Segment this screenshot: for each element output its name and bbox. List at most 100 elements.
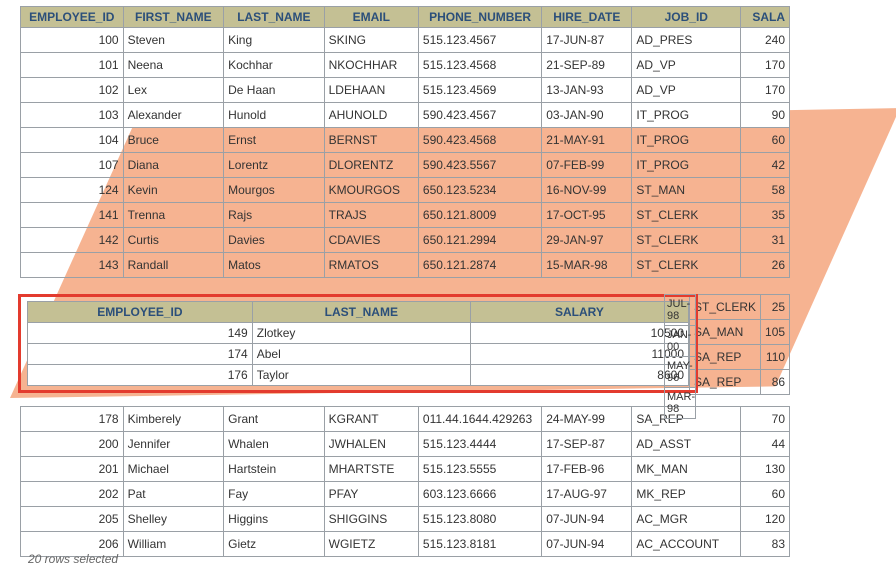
- cell-hire-date: 03-JAN-90: [542, 103, 632, 128]
- cell-last-name: Rajs: [224, 203, 325, 228]
- cell-first-name: William: [123, 532, 224, 557]
- cell-employee-id: 143: [21, 253, 124, 278]
- cell-job-id: MK_MAN: [632, 457, 741, 482]
- cell-last-name: Kochhar: [224, 53, 325, 78]
- cell-employee-id: 141: [21, 203, 124, 228]
- cell-job-id: AD_PRES: [632, 28, 741, 53]
- cell-email: SHIGGINS: [324, 507, 418, 532]
- cell-salary: 90: [741, 103, 790, 128]
- cell-job-id: IT_PROG: [632, 128, 741, 153]
- cell-hire-date: 13-JAN-93: [542, 78, 632, 103]
- cell-phone: 650.121.2874: [418, 253, 541, 278]
- cell-salary: 105: [761, 320, 790, 345]
- table-row: 141 Trenna Rajs TRAJS 650.121.8009 17-OC…: [21, 203, 790, 228]
- cell-first-name: Steven: [123, 28, 224, 53]
- cell-hire-date-fragment: JAN-00: [665, 326, 696, 357]
- table-row: 201 Michael Hartstein MHARTSTE 515.123.5…: [21, 457, 790, 482]
- cell-job-id: ST_CLERK: [632, 228, 741, 253]
- cell-salary: 110: [761, 345, 790, 370]
- employees-table-top: EMPLOYEE_ID FIRST_NAME LAST_NAME EMAIL P…: [20, 6, 790, 278]
- cell-job-id: AC_MGR: [632, 507, 741, 532]
- table-row: 103 Alexander Hunold AHUNOLD 590.423.456…: [21, 103, 790, 128]
- cell-email: NKOCHHAR: [324, 53, 418, 78]
- table-row: MAY-96: [665, 357, 696, 388]
- cell-hire-date: 07-JUN-94: [542, 507, 632, 532]
- cell-first-name: Randall: [123, 253, 224, 278]
- col-last-name: LAST_NAME: [224, 7, 325, 28]
- cell-email: DLORENTZ: [324, 153, 418, 178]
- cell-hire-date: 17-FEB-96: [542, 457, 632, 482]
- table-row: 205 Shelley Higgins SHIGGINS 515.123.808…: [21, 507, 790, 532]
- cell-email: SKING: [324, 28, 418, 53]
- cell-salary: 70: [741, 407, 790, 432]
- cell-email: WGIETZ: [324, 532, 418, 557]
- col-phone: PHONE_NUMBER: [418, 7, 541, 28]
- cell-salary: 86: [761, 370, 790, 395]
- cell-first-name: Lex: [123, 78, 224, 103]
- cell-hire-date: 21-MAY-91: [542, 128, 632, 153]
- cell-salary: 10500: [470, 323, 688, 344]
- cell-phone: 515.123.8181: [418, 532, 541, 557]
- cell-employee-id: 102: [21, 78, 124, 103]
- cell-first-name: Trenna: [123, 203, 224, 228]
- table-row: SA_MAN 105: [689, 320, 790, 345]
- cell-email: JWHALEN: [324, 432, 418, 457]
- cell-email: KGRANT: [324, 407, 418, 432]
- cell-first-name: Kimberely: [123, 407, 224, 432]
- col-email: EMAIL: [324, 7, 418, 28]
- cell-first-name: Diana: [123, 153, 224, 178]
- sub-col-employee-id: EMPLOYEE_ID: [28, 302, 253, 323]
- cell-email: BERNST: [324, 128, 418, 153]
- cell-phone: 650.121.2994: [418, 228, 541, 253]
- cell-email: RMATOS: [324, 253, 418, 278]
- cell-last-name: Fay: [224, 482, 325, 507]
- cell-phone: 515.123.4567: [418, 28, 541, 53]
- cell-job-id: SA_REP: [690, 345, 761, 370]
- cell-job-id: MK_REP: [632, 482, 741, 507]
- cell-hire-date: 17-SEP-87: [542, 432, 632, 457]
- cell-last-name: Higgins: [224, 507, 325, 532]
- cell-last-name: Hartstein: [224, 457, 325, 482]
- table-row: ST_CLERK 25: [689, 295, 790, 320]
- cell-salary: 11000: [470, 344, 688, 365]
- cell-first-name: Michael: [123, 457, 224, 482]
- cell-phone: 590.423.4568: [418, 128, 541, 153]
- cell-employee-id: 103: [21, 103, 124, 128]
- cell-hire-date: 17-OCT-95: [542, 203, 632, 228]
- col-hire-date: HIRE_DATE: [542, 7, 632, 28]
- table-row: SA_REP 110: [689, 345, 790, 370]
- table-row: 143 Randall Matos RMATOS 650.121.2874 15…: [21, 253, 790, 278]
- cell-salary: 83: [741, 532, 790, 557]
- cell-phone: 515.123.4568: [418, 53, 541, 78]
- col-job-id: JOB_ID: [632, 7, 741, 28]
- table-row: 174 Abel 11000: [28, 344, 689, 365]
- col-first-name: FIRST_NAME: [123, 7, 224, 28]
- cell-last-name: Davies: [224, 228, 325, 253]
- cell-salary: 60: [741, 128, 790, 153]
- cell-employee-id: 201: [21, 457, 124, 482]
- cell-employee-id: 107: [21, 153, 124, 178]
- cell-salary: 58: [741, 178, 790, 203]
- cell-first-name: Neena: [123, 53, 224, 78]
- col-salary: SALA: [741, 7, 790, 28]
- cell-salary: 42: [741, 153, 790, 178]
- cell-job-id: AD_ASST: [632, 432, 741, 457]
- cell-job-id: AC_ACCOUNT: [632, 532, 741, 557]
- cell-hire-date: 17-JUN-87: [542, 28, 632, 53]
- cell-phone: 650.123.5234: [418, 178, 541, 203]
- cell-phone: 515.123.4569: [418, 78, 541, 103]
- cell-salary: 31: [741, 228, 790, 253]
- cell-hire-date: 29-JAN-97: [542, 228, 632, 253]
- cell-last-name: Abel: [252, 344, 470, 365]
- cell-job-id: ST_CLERK: [632, 203, 741, 228]
- cell-employee-id: 178: [21, 407, 124, 432]
- cell-salary: 8600: [470, 365, 688, 386]
- cell-employee-id: 176: [28, 365, 253, 386]
- table-row: MAR-98: [665, 388, 696, 419]
- table-row: 142 Curtis Davies CDAVIES 650.121.2994 2…: [21, 228, 790, 253]
- cell-phone: 515.123.4444: [418, 432, 541, 457]
- table-row: 206 William Gietz WGIETZ 515.123.8181 07…: [21, 532, 790, 557]
- cell-phone: 011.44.1644.429263: [418, 407, 541, 432]
- cell-phone: 590.423.4567: [418, 103, 541, 128]
- table-row: JAN-00: [665, 326, 696, 357]
